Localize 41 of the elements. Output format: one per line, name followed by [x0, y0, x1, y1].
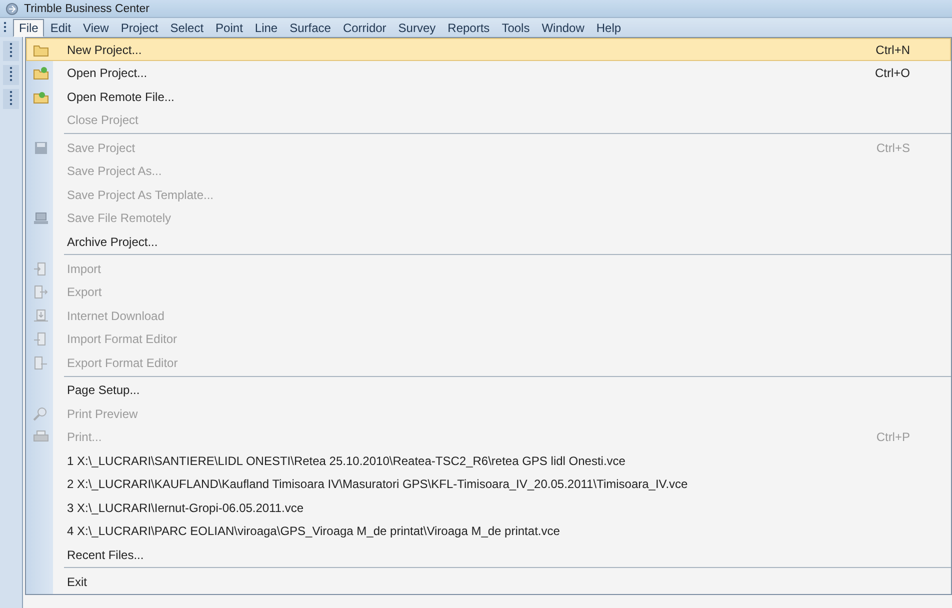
grip-icon[interactable] — [10, 89, 12, 107]
menu-item[interactable]: Select — [164, 18, 210, 36]
folder-icon — [32, 42, 48, 57]
menu-item[interactable]: 1 X:\_LUCRARI\SANTIERE\LIDL ONESTI\Retea 25.10.2010\Reatea-TSC2_R6\retea GPS lidl Onesti.vce — [26, 449, 951, 472]
menu-item[interactable]: Exit — [26, 570, 951, 594]
grip-icon[interactable] — [10, 41, 12, 59]
menu-item[interactable]: 4 X:\_LUCRARI\PARC EOLIAN\viroaga\GPS_Viroaga M_de printat\Viroaga M_de printat.vce — [26, 519, 951, 543]
menu-item[interactable]: Help — [590, 18, 628, 36]
folder-icon — [32, 66, 48, 80]
menu-item[interactable]: Page Setup... — [26, 378, 951, 402]
menu-item[interactable]: Line — [248, 18, 284, 36]
menu-item[interactable]: View — [77, 18, 115, 36]
menu-item[interactable]: Archive Project... — [26, 230, 951, 254]
grip-icon[interactable] — [4, 21, 7, 34]
window-title: Trimble Business Center — [24, 2, 150, 14]
printer-icon — [32, 430, 48, 444]
menu-item[interactable]: Recent Files... — [26, 542, 951, 566]
menu-item[interactable]: Window — [536, 18, 590, 36]
menu-item[interactable]: Tools — [496, 18, 536, 36]
shortcut-label: Ctrl+O — [874, 66, 910, 80]
menu-item[interactable]: Project — [114, 18, 164, 36]
app-icon — [6, 2, 18, 14]
shortcut-label: Ctrl+P — [876, 430, 910, 444]
menu-item[interactable]: Reports — [442, 18, 496, 36]
menu-item[interactable]: File — [13, 18, 44, 36]
grip-icon[interactable] — [10, 65, 12, 83]
menu-item[interactable]: New Project... Ctrl+N — [26, 38, 951, 62]
menu-item[interactable]: Point — [210, 18, 249, 36]
menu-item[interactable]: Open Project... Ctrl+O — [26, 61, 951, 85]
magnifier-icon — [32, 406, 48, 421]
menu-item[interactable]: Corridor — [336, 18, 392, 36]
shortcut-label: Ctrl+N — [876, 42, 910, 57]
folder-icon — [32, 90, 48, 104]
menu-item[interactable]: Survey — [392, 18, 442, 36]
menu-item[interactable]: Edit — [44, 18, 78, 36]
menu-item[interactable]: Open Remote File... — [26, 84, 951, 108]
menu-item[interactable]: 2 X:\_LUCRARI\KAUFLAND\Kaufland Timisoara IV\Masuratori GPS\KFL-Timisoara_IV_20.05.2011\Timisoara_IV.vce — [26, 472, 951, 496]
laptop-icon — [32, 211, 48, 226]
menu-item[interactable]: 3 X:\_LUCRARI\Iernut-Gropi-06.05.2011.vce — [26, 496, 951, 520]
shortcut-label: Ctrl+S — [876, 140, 910, 155]
menu-item[interactable]: Surface — [284, 18, 337, 36]
